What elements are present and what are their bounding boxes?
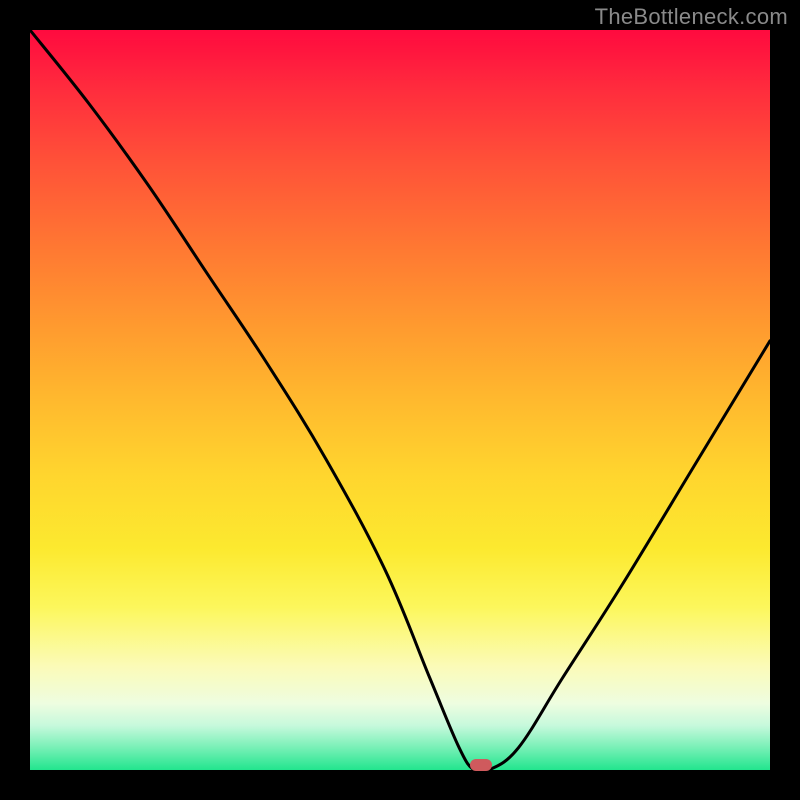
plot-area (30, 30, 770, 770)
watermark-text: TheBottleneck.com (595, 4, 788, 30)
chart-frame: TheBottleneck.com (0, 0, 800, 800)
bottleneck-curve (30, 30, 770, 770)
optimal-point-marker (470, 759, 492, 771)
